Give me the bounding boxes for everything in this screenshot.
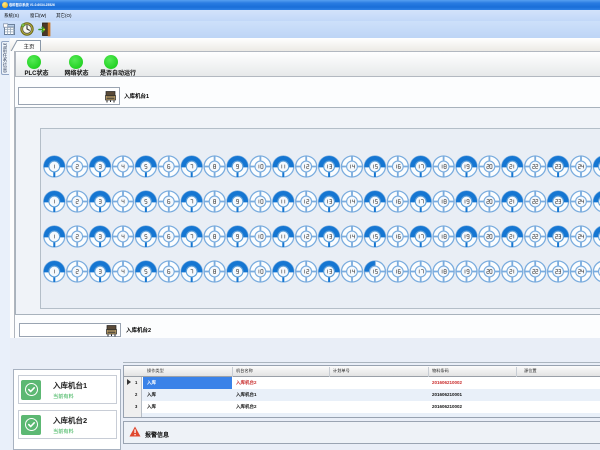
svg-text:当前任务信息: 当前任务信息 [3,42,8,73]
svg-text:主页: 主页 [23,42,35,50]
